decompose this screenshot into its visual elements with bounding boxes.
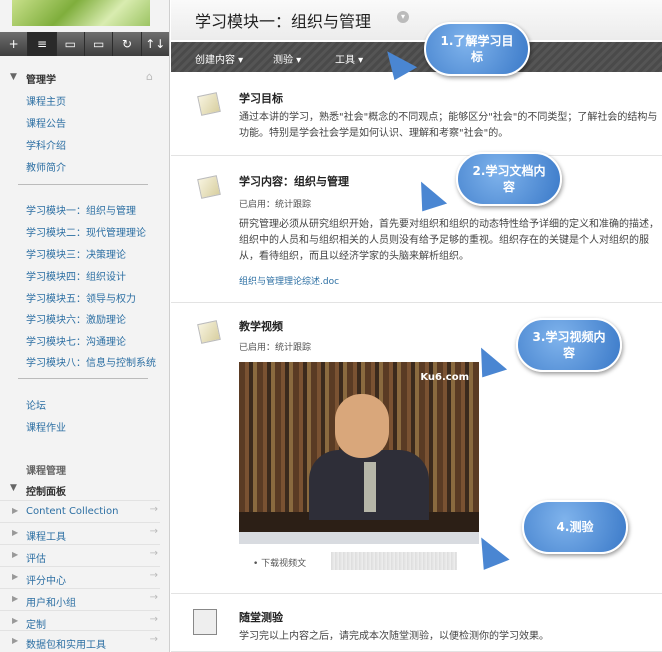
nav-heading: 管理学 <box>26 75 56 86</box>
folder-view-button[interactable]: ▭ <box>57 32 85 56</box>
item-status: 已启用：统计跟踪 <box>239 343 312 353</box>
expand-triangle-icon: ▶ <box>12 572 19 581</box>
item-text: 研究管理必须从研究组织开始，首先要对组织和组织的动态特性给予详细的定义和准确的描… <box>239 219 659 262</box>
cp-grade-center[interactable]: ▶ 评分中心 → <box>0 566 160 588</box>
home-icon[interactable]: ⌂ <box>146 70 153 83</box>
course-banner-image <box>12 0 150 26</box>
tools-menu[interactable]: 工具 ▾ <box>335 51 363 66</box>
cp-evaluation[interactable]: ▶ 评估 → <box>0 544 160 566</box>
nav-module-8[interactable]: 学习模块八：信息与控制系统 <box>26 354 156 369</box>
sidebar: + ≡ ▭ ▭ ↻ ↑↓ ▼ 管理学 ⌂ 课程主页 课程公告 学科介绍 教师简介… <box>0 0 170 652</box>
expand-triangle-icon: ▶ <box>12 636 19 645</box>
nav-link-subject-intro[interactable]: 学科介绍 <box>26 137 66 152</box>
document-icon <box>197 92 221 116</box>
reorder-button[interactable]: ↑↓ <box>142 32 169 56</box>
collapse-arrow-icon[interactable]: ▼ <box>10 483 17 493</box>
video-watermark: Ku6.com <box>420 372 469 383</box>
nav-module-2[interactable]: 学习模块二：现代管理理论 <box>26 224 146 239</box>
video-frame <box>335 394 389 458</box>
item-title[interactable]: 教学视频 <box>239 318 283 334</box>
expand-triangle-icon: ▶ <box>12 616 19 625</box>
refresh-button[interactable]: ↻ <box>113 32 142 56</box>
item-title[interactable]: 学习内容：组织与管理 <box>239 173 349 189</box>
title-bar: 学习模块一：组织与管理 ▾ <box>171 0 662 40</box>
sidebar-toolbar: + ≡ ▭ ▭ ↻ ↑↓ <box>0 32 169 56</box>
cp-users-groups[interactable]: ▶ 用户和小组 → <box>0 588 160 610</box>
add-menu-item-button[interactable]: + <box>0 32 29 56</box>
item-title[interactable]: 随堂测验 <box>239 609 283 625</box>
quiz-icon <box>193 609 217 635</box>
callout-bubble: 1.了解学习目标 <box>424 22 530 76</box>
blurred-region <box>331 552 457 570</box>
item-text: 学习完以上内容之后，请完成本次随堂测验，以便检测你的学习效果。 <box>239 631 549 642</box>
cp-course-tools[interactable]: ▶ 课程工具 → <box>0 522 160 544</box>
course-management-heading: 课程管理 <box>26 466 66 477</box>
callout-bubble: 3.学习视频内容 <box>516 318 622 372</box>
page-title: 学习模块一：组织与管理 <box>195 12 372 31</box>
nav-module-4[interactable]: 学习模块四：组织设计 <box>26 268 126 283</box>
create-content-menu[interactable]: 创建内容 ▾ <box>195 51 243 66</box>
collapse-arrow-icon[interactable]: ▼ <box>10 72 17 82</box>
expand-triangle-icon: ▶ <box>12 594 19 603</box>
expand-triangle-icon: ▶ <box>12 528 19 537</box>
video-player[interactable]: Ku6.com <box>239 362 479 544</box>
nav-divider <box>18 184 148 185</box>
list-view-button[interactable]: ≡ <box>28 32 57 56</box>
cp-packages-utilities[interactable]: ▶ 数据包和实用工具 → <box>0 630 160 652</box>
document-icon <box>197 175 221 199</box>
nav-module-1[interactable]: 学习模块一：组织与管理 <box>26 202 136 217</box>
callout-bubble: 4.测验 <box>522 500 628 554</box>
cp-customize[interactable]: ▶ 定制 → <box>0 610 160 632</box>
item-status: 已启用：统计跟踪 <box>239 200 312 210</box>
video-frame <box>364 462 376 512</box>
nav-divider <box>18 378 148 379</box>
chevron-down-icon[interactable]: ▾ <box>397 11 409 23</box>
nav-module-6[interactable]: 学习模块六：激励理论 <box>26 311 126 326</box>
content-item-document: 学习内容：组织与管理 已启用：统计跟踪 研究管理必须从研究组织开始，首先要对组织… <box>171 157 662 303</box>
content-item-quiz: 随堂测验 学习完以上内容之后，请完成本次随堂测验，以便检测你的学习效果。 <box>171 595 662 652</box>
item-text: 通过本讲的学习，熟悉"社会"概念的不同观点；能够区分"社会"的不同类型；了解社会… <box>239 112 658 139</box>
window-view-button[interactable]: ▭ <box>85 32 114 56</box>
item-title[interactable]: 学习目标 <box>239 90 283 106</box>
nav-link-announcements[interactable]: 课程公告 <box>26 115 66 130</box>
control-panel-heading[interactable]: 控制面板 <box>26 483 66 498</box>
nav-module-5[interactable]: 学习模块五：领导与权力 <box>26 290 136 305</box>
expand-triangle-icon: ▶ <box>12 550 19 559</box>
document-icon <box>197 320 221 344</box>
callout-bubble: 2.学习文档内容 <box>456 152 562 206</box>
cp-content-collection[interactable]: ▶ Content Collection → <box>0 500 160 522</box>
nav-module-3[interactable]: 学习模块三：决策理论 <box>26 246 126 261</box>
nav-link-forum[interactable]: 论坛 <box>26 397 46 412</box>
nav-link-course-home[interactable]: 课程主页 <box>26 93 66 108</box>
attachment-link[interactable]: 组织与管理理论综述.doc <box>239 274 339 287</box>
nav-link-teacher-intro[interactable]: 教师简介 <box>26 159 66 174</box>
download-video-link[interactable]: • 下载视频文 <box>253 556 306 569</box>
nav-link-assignments[interactable]: 课程作业 <box>26 419 66 434</box>
content-item-objectives: 学习目标 通过本讲的学习，熟悉"社会"概念的不同观点；能够区分"社会"的不同类型… <box>171 78 662 156</box>
video-controls[interactable] <box>239 532 479 544</box>
expand-triangle-icon: ▶ <box>12 506 19 515</box>
assessment-menu[interactable]: 测验 ▾ <box>273 51 301 66</box>
nav-module-7[interactable]: 学习模块七：沟通理论 <box>26 333 126 348</box>
